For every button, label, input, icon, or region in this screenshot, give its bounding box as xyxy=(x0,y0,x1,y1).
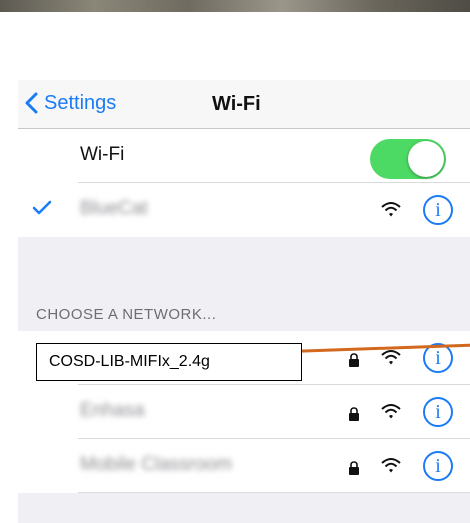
checkmark-icon xyxy=(32,200,52,215)
connected-network-row[interactable]: BlueCat i xyxy=(18,183,470,237)
connected-network-name: BlueCat xyxy=(80,198,148,219)
wifi-signal-icon xyxy=(381,350,401,365)
page-title: Wi-Fi xyxy=(212,93,261,115)
row-separator xyxy=(78,492,470,493)
wifi-signal-icon xyxy=(381,458,401,473)
info-icon[interactable]: i xyxy=(423,451,453,481)
network-name: Mobile Classroom xyxy=(80,454,233,475)
wifi-signal-icon xyxy=(381,404,401,419)
wifi-toggle-label: Wi-Fi xyxy=(80,144,125,165)
lock-icon xyxy=(349,353,359,367)
ios-wifi-settings-screen: Settings Wi-Fi Wi-Fi BlueCat i CHOOSE A … xyxy=(18,80,470,523)
lock-icon xyxy=(349,407,359,421)
info-icon[interactable]: i xyxy=(423,195,453,225)
navigation-bar: Settings Wi-Fi xyxy=(18,80,470,129)
choose-network-header: CHOOSE A NETWORK... xyxy=(36,306,217,323)
toggle-knob xyxy=(408,141,444,177)
network-row-3[interactable]: Mobile Classroom i xyxy=(18,439,470,493)
back-button[interactable]: Settings xyxy=(24,88,116,118)
callout-text: COSD-LIB-MIFIx_2.4g xyxy=(49,353,210,370)
network-row-2[interactable]: Enhasa i xyxy=(18,385,470,439)
section-header: CHOOSE A NETWORK... xyxy=(18,250,470,330)
wifi-toggle-switch[interactable] xyxy=(370,139,446,179)
info-icon[interactable]: i xyxy=(423,397,453,427)
wifi-toggle-row: Wi-Fi xyxy=(18,129,470,183)
wifi-signal-icon xyxy=(381,202,401,217)
photo-background-strip xyxy=(0,0,470,12)
lock-icon xyxy=(349,461,359,475)
network-name: Enhasa xyxy=(80,400,145,421)
chevron-left-icon xyxy=(25,92,38,114)
network-name-callout: COSD-LIB-MIFIx_2.4g xyxy=(36,343,302,381)
back-button-label: Settings xyxy=(44,91,117,114)
